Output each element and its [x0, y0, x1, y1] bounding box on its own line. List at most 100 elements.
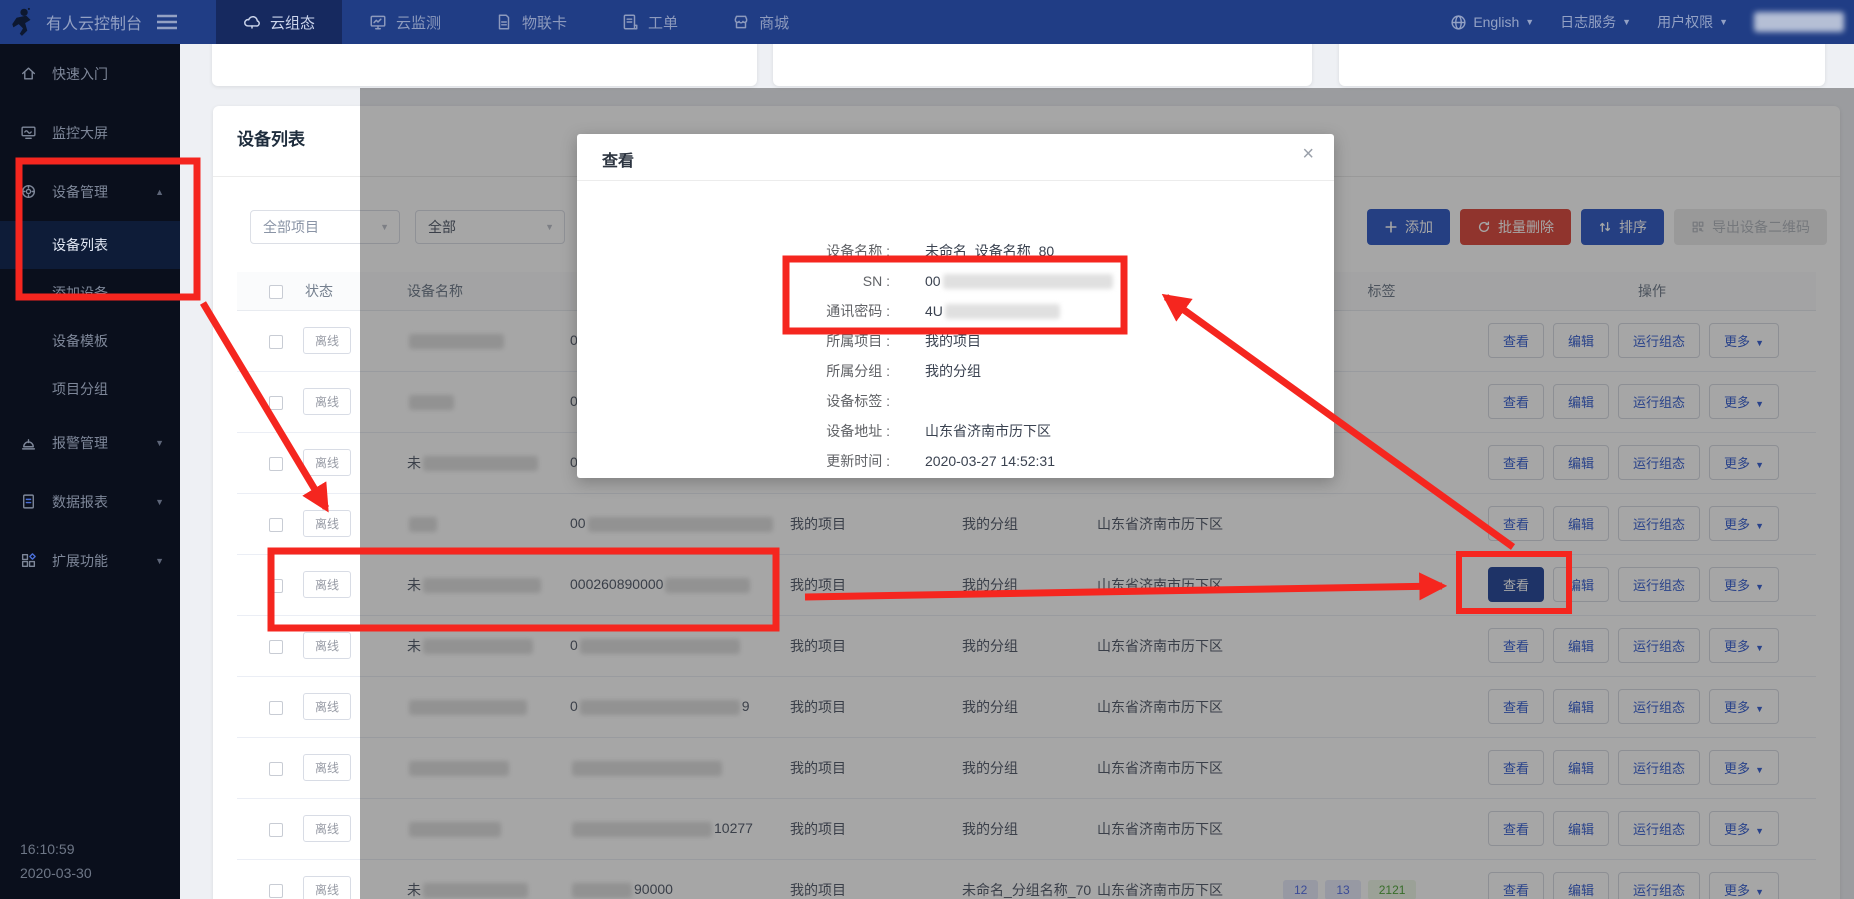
row-checkbox[interactable] — [269, 579, 283, 593]
chevron-down-icon: ▼ — [155, 438, 164, 448]
sidebar-item-label: 数据报表 — [52, 492, 108, 512]
device-icon — [20, 183, 37, 200]
modal-field-label: 通讯密码 — [577, 301, 890, 321]
modal-field-label: 设备地址 — [577, 421, 890, 441]
extend-icon — [20, 552, 37, 569]
globe-icon — [1450, 14, 1467, 31]
stat-card-3 — [1339, 44, 1825, 86]
sidebar-item-扩展功能[interactable]: 扩展功能 ▼ — [0, 531, 180, 590]
shop-icon — [732, 13, 750, 31]
work-order-icon — [621, 13, 639, 31]
view-modal: 查看 × 设备名称 未命名_设备名称_80 SN00 通讯密码 4U 所属项目 我的项目所属… — [577, 134, 1334, 478]
sidebar-item-监控大屏[interactable]: 监控大屏 — [0, 103, 180, 162]
sidebar-item-label: 监控大屏 — [52, 123, 108, 143]
col-header-checkbox — [237, 272, 293, 310]
modal-field-label: SN — [577, 273, 890, 289]
modal-title: 查看 — [602, 147, 634, 171]
row-checkbox[interactable] — [269, 884, 283, 898]
nav-menu-English[interactable]: English ▼ — [1450, 14, 1534, 31]
row-checkbox[interactable] — [269, 640, 283, 654]
nav-menu-日志服务[interactable]: 日志服务▼ — [1560, 12, 1631, 32]
app-root: 有人云控制台 云组态云监测物联卡工单商城 English▼日志服务▼用户权限▼ … — [0, 0, 1854, 899]
modal-field: 设备地址 山东省济南市历下区 — [577, 416, 1334, 446]
row-checkbox[interactable] — [269, 457, 283, 471]
modal-field: SN00 — [577, 266, 1334, 296]
sidebar-item-label: 设备管理 — [52, 182, 108, 202]
cloud-icon — [243, 13, 261, 31]
modal-field-value: 未命名_设备名称_80 — [925, 241, 1054, 261]
sidebar-item-label: 报警管理 — [52, 433, 108, 453]
chevron-down-icon: ▼ — [1622, 17, 1631, 27]
row-checkbox[interactable] — [269, 396, 283, 410]
nav-tab-label: 商城 — [759, 12, 789, 33]
modal-field-value: 我的分组 — [925, 361, 981, 381]
brand: 有人云控制台 — [0, 0, 200, 44]
modal-field: 设备名称 未命名_设备名称_80 — [577, 236, 1334, 266]
close-icon[interactable]: × — [1302, 144, 1314, 164]
nav-tab-label: 云组态 — [270, 12, 315, 33]
nav-tab-label: 云监测 — [396, 12, 441, 33]
chevron-down-icon: ▼ — [1719, 17, 1728, 27]
chevron-down-icon: ▼ — [155, 497, 164, 507]
sidebar-subitem-设备列表[interactable]: 设备列表 — [0, 221, 180, 269]
redacted-text — [943, 274, 1113, 289]
nav-tab-工单[interactable]: 工单 — [594, 0, 705, 44]
chevron-down-icon: ▼ — [155, 556, 164, 566]
modal-field: 所属分组我的分组 — [577, 356, 1334, 386]
sidebar: 快速入门监控大屏设备管理▲设备列表添加设备设备模板项目分组报警管理▼数据报表▼扩… — [0, 44, 180, 899]
row-checkbox[interactable] — [269, 762, 283, 776]
nav-menu-label: English — [1473, 14, 1519, 30]
modal-field-value: 4U — [925, 303, 1062, 319]
sidebar-subitem-设备模板[interactable]: 设备模板 — [0, 317, 180, 365]
nav-right: English▼日志服务▼用户权限▼ — [1450, 0, 1844, 44]
chevron-up-icon: ▲ — [155, 187, 164, 197]
modal-field-label: 设备标签 — [577, 391, 890, 411]
sidebar-item-label: 扩展功能 — [52, 551, 108, 571]
status-badge: 离线 — [303, 571, 351, 598]
home-icon — [20, 65, 37, 82]
row-checkbox[interactable] — [269, 823, 283, 837]
nav-menu-label: 用户权限 — [1657, 12, 1713, 32]
sidebar-item-数据报表[interactable]: 数据报表 ▼ — [0, 472, 180, 531]
row-checkbox[interactable] — [269, 335, 283, 349]
col-header-label: 状态 — [293, 283, 333, 299]
sidebar-item-label: 快速入门 — [52, 64, 108, 84]
modal-divider — [577, 180, 1334, 181]
nav-tab-云组态[interactable]: 云组态 — [216, 0, 342, 44]
modal-field-label: 设备名称 — [577, 241, 890, 261]
sidebar-item-设备管理[interactable]: 设备管理 ▲ — [0, 162, 180, 221]
nav-tab-label: 工单 — [648, 12, 678, 33]
status-badge: 离线 — [303, 693, 351, 720]
nav-menu-用户权限[interactable]: 用户权限 ▼ — [1657, 12, 1728, 32]
status-badge: 离线 — [303, 754, 351, 781]
modal-field-label: 所属项目 — [577, 331, 890, 351]
select-all-checkbox[interactable] — [269, 285, 283, 299]
modal-field-value: 山东省济南市历下区 — [925, 421, 1051, 441]
modal-field: 设备标签 — [577, 386, 1334, 416]
status-badge: 离线 — [303, 632, 351, 659]
sidebar-subitem-项目分组[interactable]: 项目分组 — [0, 365, 180, 413]
nav-tab-商城[interactable]: 商城 — [705, 0, 816, 44]
screen-icon — [20, 124, 37, 141]
row-checkbox[interactable] — [269, 701, 283, 715]
sidebar-subitem-添加设备[interactable]: 添加设备 — [0, 269, 180, 317]
row-checkbox[interactable] — [269, 518, 283, 532]
sidebar-item-快速入门[interactable]: 快速入门 — [0, 44, 180, 103]
usr-person-logo-icon — [10, 7, 36, 37]
alarm-icon — [20, 434, 37, 451]
nav-tab-物联卡[interactable]: 物联卡 — [468, 0, 594, 44]
sidebar-item-报警管理[interactable]: 报警管理 ▼ — [0, 413, 180, 472]
modal-field: 通讯密码 4U — [577, 296, 1334, 326]
username-redacted — [1754, 12, 1844, 32]
modal-fields: 设备名称 未命名_设备名称_80 SN00 通讯密码 4U 所属项目 我的项目所属分组我的分… — [577, 236, 1334, 476]
monitor-icon — [369, 13, 387, 31]
modal-field-value: 2020-03-27 14:52:31 — [925, 453, 1055, 469]
chevron-down-icon: ▼ — [1525, 17, 1534, 27]
status-badge: 离线 — [303, 449, 351, 476]
nav-tab-云监测[interactable]: 云监测 — [342, 0, 468, 44]
clock-time: 16:10:59 — [20, 837, 92, 861]
hamburger-menu-icon[interactable] — [156, 14, 178, 30]
primary-tabs: 云组态 云监测 物联卡 工单 商城 — [216, 0, 816, 44]
modal-field-value: 我的项目 — [925, 331, 981, 351]
redacted-text — [945, 304, 1060, 319]
